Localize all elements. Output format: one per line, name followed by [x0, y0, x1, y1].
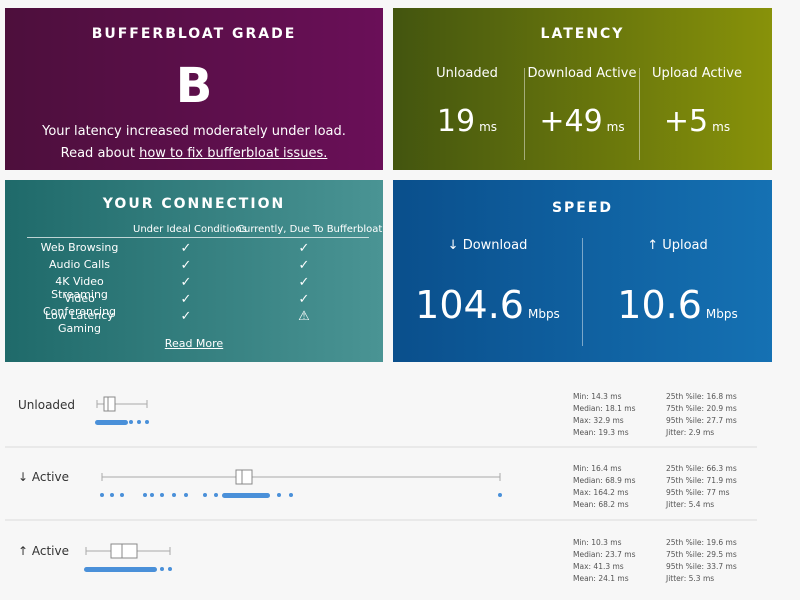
- stat-min: Min: 16.4 ms: [573, 464, 622, 473]
- sample-dot: [184, 493, 188, 497]
- stat-max: Max: 41.3 ms: [573, 562, 624, 571]
- sample-dot: [203, 493, 207, 497]
- sample-dots: [84, 567, 157, 572]
- stat-jitter: Jitter: 2.9 ms: [666, 428, 715, 437]
- iqr-box: [103, 396, 116, 412]
- unloaded-box-plot: [95, 396, 149, 425]
- stat-max: Max: 32.9 ms: [573, 416, 624, 425]
- stat-mean: Mean: 24.1 ms: [573, 574, 629, 583]
- download-active-box-plot: [100, 469, 502, 498]
- sample-dot: [145, 420, 149, 424]
- unloaded-stats-left: Min: 14.3 ms Median: 18.1 ms Max: 32.9 m…: [573, 391, 636, 439]
- sample-dot: [129, 420, 133, 424]
- sample-dot: [110, 493, 114, 497]
- sample-dot: [100, 493, 104, 497]
- stat-jitter: Jitter: 5.3 ms: [666, 574, 715, 583]
- unloaded-row-label: Unloaded: [18, 398, 76, 412]
- upload-active-stats-right: 25th %ile: 19.6 ms 75th %ile: 29.5 ms 95…: [666, 537, 737, 585]
- stat-min: Min: 10.3 ms: [573, 538, 622, 547]
- sample-dot: [160, 567, 164, 571]
- stat-mean: Mean: 68.2 ms: [573, 500, 629, 509]
- stat-p75: 75th %ile: 29.5 ms: [666, 550, 737, 559]
- sample-dot: [150, 493, 154, 497]
- sample-dot: [168, 567, 172, 571]
- iqr-box: [110, 543, 138, 559]
- stat-jitter: Jitter: 5.4 ms: [666, 500, 715, 509]
- upload-active-row-label: ↑ Active: [18, 544, 69, 558]
- sample-dot: [277, 493, 281, 497]
- row-separator: [5, 446, 757, 448]
- stat-median: Median: 18.1 ms: [573, 404, 636, 413]
- download-active-stats-right: 25th %ile: 66.3 ms 75th %ile: 71.9 ms 95…: [666, 463, 737, 511]
- sample-dot: [172, 493, 176, 497]
- stat-p95: 95th %ile: 27.7 ms: [666, 416, 737, 425]
- sample-dots: [222, 493, 270, 498]
- stat-p95: 95th %ile: 77 ms: [666, 488, 730, 497]
- upload-active-stats-left: Min: 10.3 ms Median: 23.7 ms Max: 41.3 m…: [573, 537, 636, 585]
- stat-p75: 75th %ile: 20.9 ms: [666, 404, 737, 413]
- row-separator: [5, 519, 757, 521]
- stat-max: Max: 164.2 ms: [573, 488, 629, 497]
- sample-dot: [160, 493, 164, 497]
- download-active-row-label: ↓ Active: [18, 470, 69, 484]
- sample-dot: [143, 493, 147, 497]
- stat-median: Median: 68.9 ms: [573, 476, 636, 485]
- stat-median: Median: 23.7 ms: [573, 550, 636, 559]
- stat-min: Min: 14.3 ms: [573, 392, 622, 401]
- stat-mean: Mean: 19.3 ms: [573, 428, 629, 437]
- stat-p95: 95th %ile: 33.7 ms: [666, 562, 737, 571]
- sample-dot: [137, 420, 141, 424]
- stat-p25: 25th %ile: 16.8 ms: [666, 392, 737, 401]
- sample-dot: [214, 493, 218, 497]
- iqr-box: [235, 469, 253, 485]
- upload-active-box-plot: [84, 543, 172, 572]
- sample-dot: [120, 493, 124, 497]
- stat-p25: 25th %ile: 19.6 ms: [666, 538, 737, 547]
- sample-dots: [95, 420, 128, 425]
- sample-dot: [498, 493, 502, 497]
- download-active-stats-left: Min: 16.4 ms Median: 68.9 ms Max: 164.2 …: [573, 463, 636, 511]
- unloaded-stats-right: 25th %ile: 16.8 ms 75th %ile: 20.9 ms 95…: [666, 391, 737, 439]
- sample-dot: [289, 493, 293, 497]
- stat-p25: 25th %ile: 66.3 ms: [666, 464, 737, 473]
- stat-p75: 75th %ile: 71.9 ms: [666, 476, 737, 485]
